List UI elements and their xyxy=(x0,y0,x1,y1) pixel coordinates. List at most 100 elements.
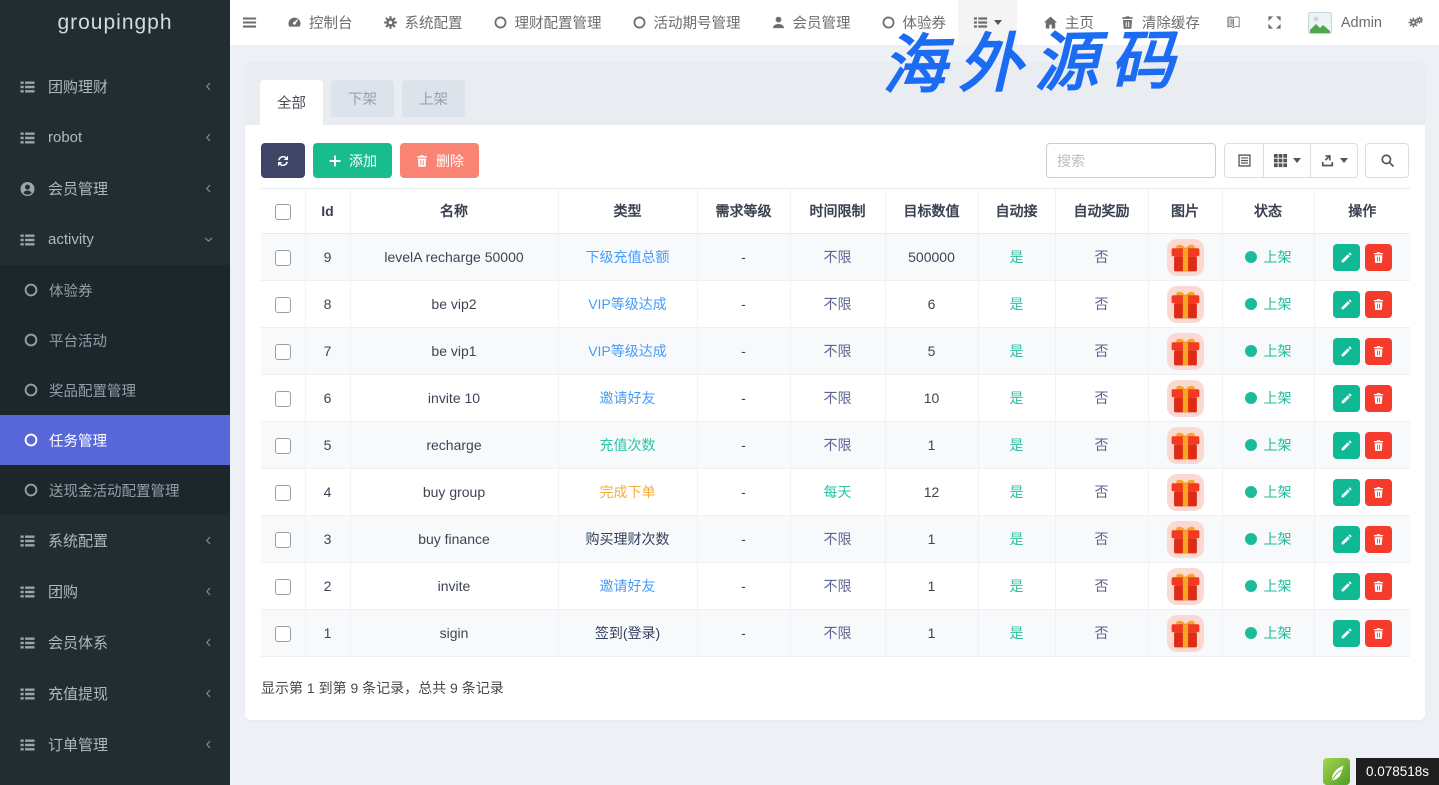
row-delete-button[interactable] xyxy=(1365,620,1392,647)
chevron-left-icon xyxy=(203,132,214,143)
chevron-left-icon xyxy=(203,586,214,597)
search-input[interactable] xyxy=(1046,143,1216,178)
list-icon xyxy=(18,737,37,753)
edit-button[interactable] xyxy=(1333,620,1360,647)
sidebar-item-订单管理[interactable]: 订单管理 xyxy=(0,719,230,770)
cell-level: - xyxy=(697,328,790,375)
nav-item-language[interactable] xyxy=(1226,0,1241,45)
row-delete-button[interactable] xyxy=(1365,573,1392,600)
search-button[interactable] xyxy=(1365,143,1409,178)
sidebar: groupingph 团购理财robot会员管理activity体验券平台活动奖… xyxy=(0,0,230,785)
cell-target-value: 6 xyxy=(928,296,936,312)
row-delete-button[interactable] xyxy=(1365,526,1392,553)
trash-icon xyxy=(1372,533,1385,546)
edit-button[interactable] xyxy=(1333,526,1360,553)
gift-icon xyxy=(1167,474,1204,511)
row-checkbox[interactable] xyxy=(275,391,291,407)
columns-button[interactable] xyxy=(1263,143,1311,178)
tab-下架[interactable]: 下架 xyxy=(331,80,394,117)
sidebar-item-系统配置[interactable]: 系统配置 xyxy=(0,515,230,566)
row-checkbox[interactable] xyxy=(275,532,291,548)
select-all-checkbox[interactable] xyxy=(275,204,291,220)
nav-item-理财配置管理[interactable]: 理财配置管理 xyxy=(493,0,602,45)
row-checkbox[interactable] xyxy=(275,579,291,595)
cell-id: 6 xyxy=(305,375,350,422)
nav-item-menu-dropdown[interactable] xyxy=(958,0,1017,45)
sidebar-item-团购[interactable]: 团购 xyxy=(0,566,230,617)
sidebar-toggle-button[interactable] xyxy=(242,0,257,45)
edit-button[interactable] xyxy=(1333,244,1360,271)
nav-item-控制台[interactable]: 控制台 xyxy=(287,0,353,45)
table-body: 9levelA recharge 50000下级充值总额-不限500000是否上… xyxy=(261,234,1410,657)
row-checkbox[interactable] xyxy=(275,626,291,642)
sidebar-subitem-体验券[interactable]: 体验券 xyxy=(0,265,230,315)
column-header-Id: Id xyxy=(305,189,350,234)
row-delete-button[interactable] xyxy=(1365,432,1392,459)
add-button[interactable]: 添加 xyxy=(313,143,392,178)
cell-name-value: recharge xyxy=(426,437,481,453)
nav-item-会员管理[interactable]: 会员管理 xyxy=(771,0,851,45)
nav-item-admin[interactable]: Admin xyxy=(1308,0,1382,45)
sidebar-subitem-label: 体验券 xyxy=(49,280,93,301)
row-delete-button[interactable] xyxy=(1365,291,1392,318)
cell-target: 1 xyxy=(885,563,978,610)
edit-button[interactable] xyxy=(1333,291,1360,318)
cell-level: - xyxy=(697,234,790,281)
gift-icon xyxy=(1167,521,1204,558)
edit-button[interactable] xyxy=(1333,338,1360,365)
row-delete-button[interactable] xyxy=(1365,385,1392,412)
edit-button[interactable] xyxy=(1333,432,1360,459)
nav-item-系统配置[interactable]: 系统配置 xyxy=(383,0,463,45)
nav-item-home[interactable]: 主页 xyxy=(1043,0,1094,45)
row-checkbox[interactable] xyxy=(275,344,291,360)
sidebar-item-robot[interactable]: robot xyxy=(0,112,230,163)
sidebar-subitem-任务管理[interactable]: 任务管理 xyxy=(0,415,230,465)
edit-button[interactable] xyxy=(1333,573,1360,600)
sidebar-item-会员管理[interactable]: 会员管理 xyxy=(0,163,230,214)
edit-button[interactable] xyxy=(1333,479,1360,506)
sidebar-item-充值提现[interactable]: 充值提现 xyxy=(0,668,230,719)
cell-auto-reward: 否 xyxy=(1055,375,1148,422)
cell-image xyxy=(1148,281,1222,328)
sidebar-subitem-送现金活动配置管理[interactable]: 送现金活动配置管理 xyxy=(0,465,230,515)
cell-auto-accept-value: 是 xyxy=(1010,625,1024,641)
sidebar-item-团购理财[interactable]: 团购理财 xyxy=(0,61,230,112)
sidebar-subitem-奖品配置管理[interactable]: 奖品配置管理 xyxy=(0,365,230,415)
detail-view-button[interactable] xyxy=(1224,143,1264,178)
tab-上架[interactable]: 上架 xyxy=(402,80,465,117)
row-checkbox[interactable] xyxy=(275,250,291,266)
sidebar-item-activity[interactable]: activity xyxy=(0,214,230,265)
sidebar-item-会员体系[interactable]: 会员体系 xyxy=(0,617,230,668)
nav-item-活动期号管理[interactable]: 活动期号管理 xyxy=(632,0,741,45)
status-label: 上架 xyxy=(1264,296,1292,312)
cell-target: 12 xyxy=(885,469,978,516)
tab-全部[interactable]: 全部 xyxy=(260,80,323,125)
cell-type: VIP等级达成 xyxy=(558,328,697,375)
row-checkbox[interactable] xyxy=(275,297,291,313)
status-dot xyxy=(1245,345,1257,357)
row-delete-button[interactable] xyxy=(1365,479,1392,506)
nav-item-体验券[interactable]: 体验券 xyxy=(881,0,947,45)
sidebar-subitem-平台活动[interactable]: 平台活动 xyxy=(0,315,230,365)
nav-item-clear-cache[interactable]: 清除缓存 xyxy=(1120,0,1200,45)
cell-time-limit: 不限 xyxy=(790,610,885,657)
timer-badge: 0.078518s xyxy=(1356,758,1439,785)
cell-id: 1 xyxy=(305,610,350,657)
row-checkbox[interactable] xyxy=(275,438,291,454)
cell-status: 上架 xyxy=(1222,469,1314,516)
column-header-名称: 名称 xyxy=(350,189,558,234)
chevron-left-icon xyxy=(203,739,214,750)
cell-name: invite xyxy=(350,563,558,610)
nav-item-label: 会员管理 xyxy=(793,12,851,33)
row-delete-button[interactable] xyxy=(1365,244,1392,271)
nav-item-fullscreen[interactable] xyxy=(1267,0,1282,45)
circle-icon xyxy=(881,15,896,30)
edit-button[interactable] xyxy=(1333,385,1360,412)
export-button[interactable] xyxy=(1310,143,1358,178)
sidebar-subitem-label: 平台活动 xyxy=(49,330,107,351)
nav-item-settings[interactable] xyxy=(1408,0,1423,45)
delete-button[interactable]: 删除 xyxy=(400,143,479,178)
row-delete-button[interactable] xyxy=(1365,338,1392,365)
row-checkbox[interactable] xyxy=(275,485,291,501)
refresh-button[interactable] xyxy=(261,143,305,178)
